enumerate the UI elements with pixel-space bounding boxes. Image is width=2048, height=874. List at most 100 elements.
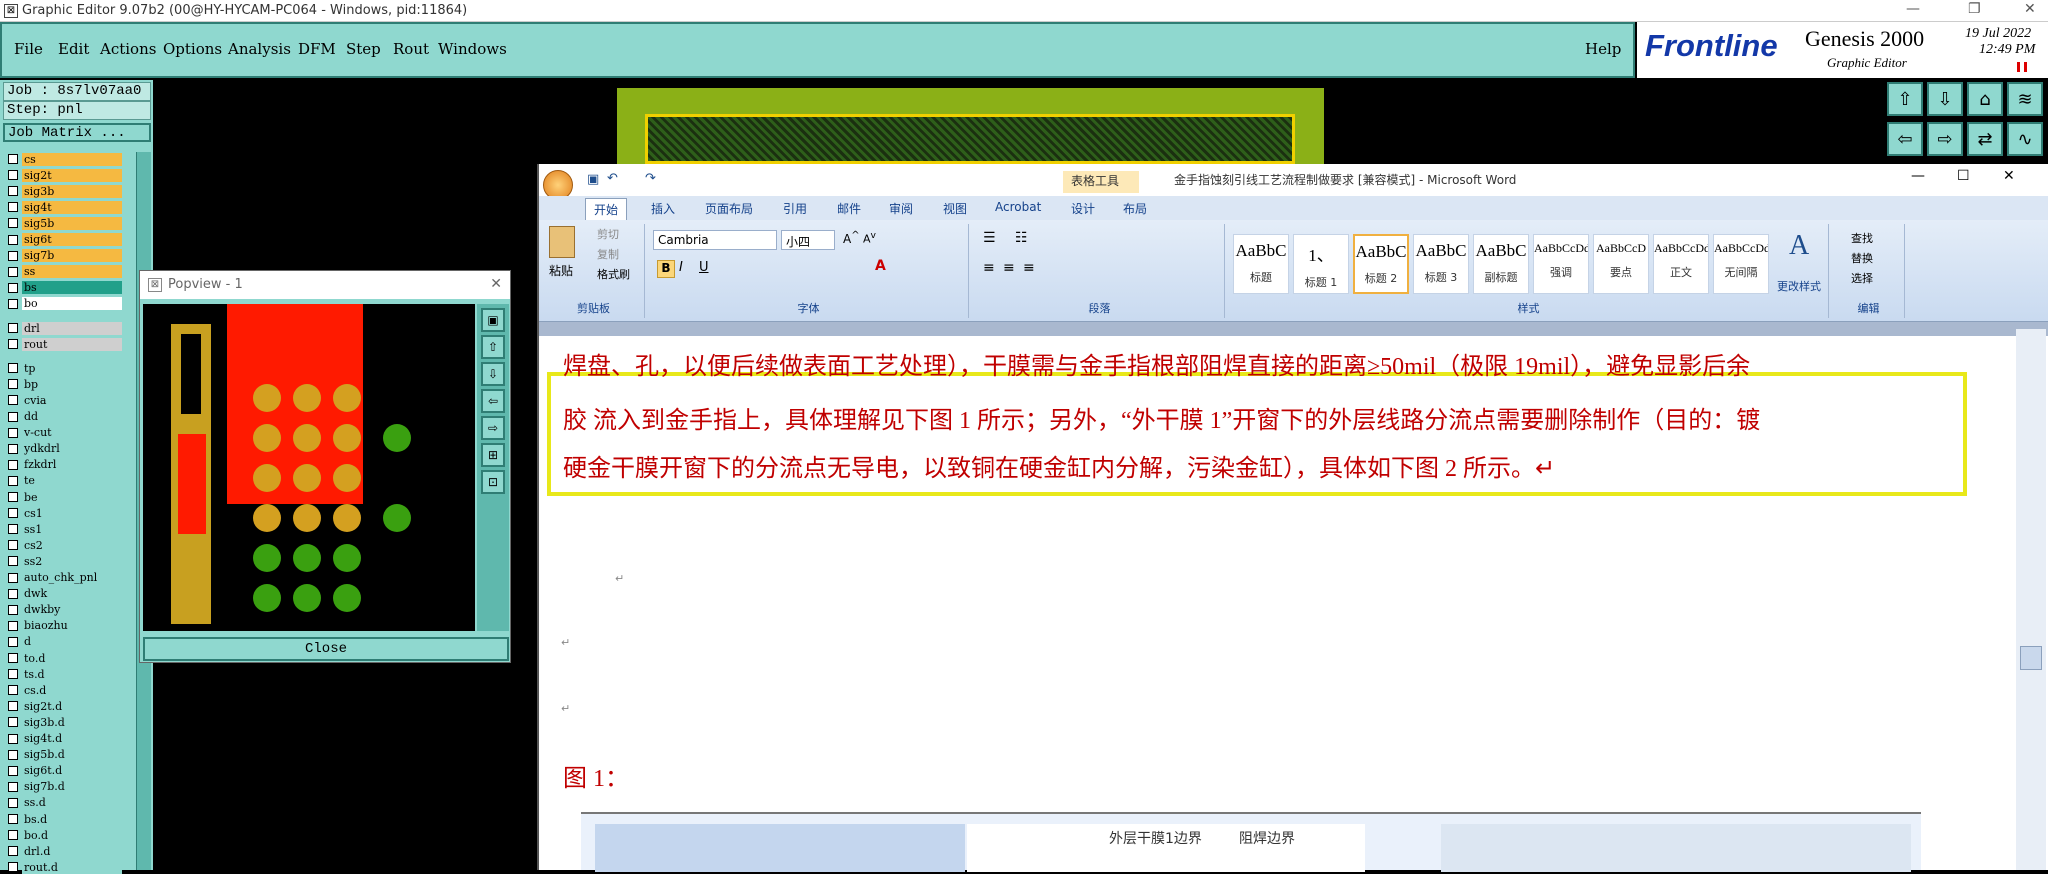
layer-row[interactable]: be [8, 490, 122, 504]
menu-step[interactable]: Step [346, 40, 381, 58]
tool-swap-icon[interactable]: ⇄ [1967, 122, 2003, 156]
layer-row[interactable]: dd [8, 410, 122, 424]
style-item[interactable]: AaBbCcDd 正文 [1653, 234, 1709, 294]
layer-checkbox[interactable] [8, 588, 18, 599]
layer-row[interactable]: ss2 [8, 554, 122, 568]
layer-row[interactable]: fzkdrl [8, 458, 122, 472]
layer-checkbox[interactable] [8, 797, 18, 808]
tool-left-icon[interactable]: ⇦ [1887, 122, 1923, 156]
job-matrix-button[interactable]: Job Matrix ... [3, 123, 151, 142]
layer-checkbox[interactable] [8, 701, 18, 712]
layer-checkbox[interactable] [8, 427, 18, 438]
layer-checkbox[interactable] [8, 620, 18, 631]
restore-icon[interactable]: ❐ [1968, 1, 1981, 17]
replace-button[interactable]: 替换 [1851, 250, 1873, 266]
pop-tool-7-icon[interactable]: ⊡ [481, 470, 505, 494]
layer-checkbox[interactable] [8, 492, 18, 502]
layer-checkbox[interactable] [8, 154, 18, 164]
layer-row[interactable]: auto_chk_pnl [8, 571, 122, 585]
layer-row[interactable]: bs.d [8, 812, 122, 826]
layer-checkbox[interactable] [8, 395, 18, 406]
layer-row[interactable]: sig7b [8, 249, 122, 263]
layer-checkbox[interactable] [8, 379, 18, 390]
tool-right-icon[interactable]: ⇨ [1927, 122, 1963, 156]
font-name-select[interactable]: Cambria [653, 230, 777, 250]
layer-row[interactable]: sig7b.d [8, 780, 122, 794]
document-page[interactable]: 焊盘、孔，以便后续做表面工艺处理），干膜需与金手指根部阻焊直接的距离≥50mil… [539, 336, 2007, 872]
style-item[interactable]: AaBbC 副标题 [1473, 234, 1529, 294]
menu-windows[interactable]: Windows [438, 40, 507, 58]
layer-checkbox[interactable] [8, 282, 18, 293]
layer-row[interactable]: ts.d [8, 667, 122, 681]
layer-row[interactable]: drl [8, 321, 122, 335]
tool-home-icon[interactable]: ⌂ [1967, 82, 2003, 116]
layer-checkbox[interactable] [8, 443, 18, 454]
layer-row[interactable]: cs [8, 152, 122, 166]
layer-checkbox[interactable] [8, 411, 18, 422]
layer-row[interactable]: drl.d [8, 844, 122, 858]
pop-tool-1-icon[interactable]: ▣ [481, 308, 505, 332]
change-styles-button[interactable]: 更改样式 [1777, 278, 1821, 294]
layer-row[interactable]: bs [8, 281, 122, 295]
layer-row[interactable]: sig6t [8, 233, 122, 247]
cut-button[interactable]: 剪切 [597, 226, 619, 242]
menu-analysis[interactable]: Analysis [228, 40, 291, 58]
word-close-icon[interactable]: ✕ [2003, 168, 2015, 184]
layer-row[interactable]: cs1 [8, 506, 122, 520]
find-button[interactable]: 查找 [1851, 230, 1873, 246]
layer-checkbox[interactable] [8, 508, 18, 519]
layer-checkbox[interactable] [8, 170, 18, 181]
numbering-icon[interactable]: ☷ [1015, 230, 1028, 246]
layer-checkbox[interactable] [8, 298, 18, 309]
layer-row[interactable]: ss [8, 265, 122, 279]
tab-design[interactable]: 设计 [1071, 200, 1095, 217]
layer-checkbox[interactable] [8, 653, 18, 663]
layer-row[interactable]: v-cut [8, 426, 122, 440]
layer-row[interactable]: te [8, 474, 122, 488]
redo-icon[interactable]: ↷ [645, 171, 656, 186]
layer-row[interactable]: sig5b.d [8, 748, 122, 762]
word-maximize-icon[interactable]: ☐ [1957, 168, 1970, 184]
copy-button[interactable]: 复制 [597, 246, 619, 262]
layer-checkbox[interactable] [8, 339, 18, 350]
layer-checkbox[interactable] [8, 685, 18, 696]
layer-row[interactable]: bo [8, 297, 122, 311]
layer-checkbox[interactable] [8, 781, 18, 792]
layer-row[interactable]: bp [8, 377, 122, 391]
pop-tool-6-icon[interactable]: ⊞ [481, 443, 505, 467]
layer-row[interactable]: cs.d [8, 683, 122, 697]
style-item[interactable]: AaBbCcD 要点 [1593, 234, 1649, 294]
minimize-icon[interactable]: — [1906, 1, 1920, 17]
tool-down-icon[interactable]: ⇩ [1927, 82, 1963, 116]
layer-row[interactable]: sig4t [8, 200, 122, 214]
menu-edit[interactable]: Edit [58, 40, 89, 58]
style-item[interactable]: 1、 标题 1 [1293, 234, 1349, 294]
undo-icon[interactable]: ↶ [607, 171, 618, 186]
layer-checkbox[interactable] [8, 765, 18, 776]
tab-review[interactable]: 审阅 [889, 200, 913, 217]
bullets-icon[interactable]: ☰ [983, 230, 996, 246]
layer-row[interactable]: biaozhu [8, 619, 122, 633]
layer-row[interactable]: dwk [8, 587, 122, 601]
layer-checkbox[interactable] [8, 475, 18, 486]
tab-view[interactable]: 视图 [943, 200, 967, 217]
tab-home[interactable]: 开始 [585, 198, 628, 220]
align-right-icon[interactable]: ≡ [1023, 260, 1035, 276]
bold-icon[interactable]: B [657, 260, 675, 278]
select-button[interactable]: 选择 [1851, 270, 1873, 286]
layer-checkbox[interactable] [8, 323, 18, 333]
paste-button[interactable]: 粘贴 [549, 262, 573, 279]
word-minimize-icon[interactable]: — [1911, 168, 1925, 184]
menu-rout[interactable]: Rout [393, 40, 429, 58]
close-icon[interactable]: ✕ [2024, 1, 2036, 17]
layer-row[interactable]: sig2t [8, 168, 122, 182]
menu-actions[interactable]: Actions [100, 40, 156, 58]
layer-row[interactable]: ss.d [8, 796, 122, 810]
tab-layout[interactable]: 页面布局 [705, 200, 753, 217]
layer-checkbox[interactable] [8, 459, 18, 470]
pop-tool-3-icon[interactable]: ⇩ [481, 362, 505, 386]
popview-close-button[interactable]: Close [143, 637, 509, 661]
layer-row[interactable]: ss1 [8, 522, 122, 536]
layer-checkbox[interactable] [8, 814, 18, 824]
layer-row[interactable]: bo.d [8, 828, 122, 842]
